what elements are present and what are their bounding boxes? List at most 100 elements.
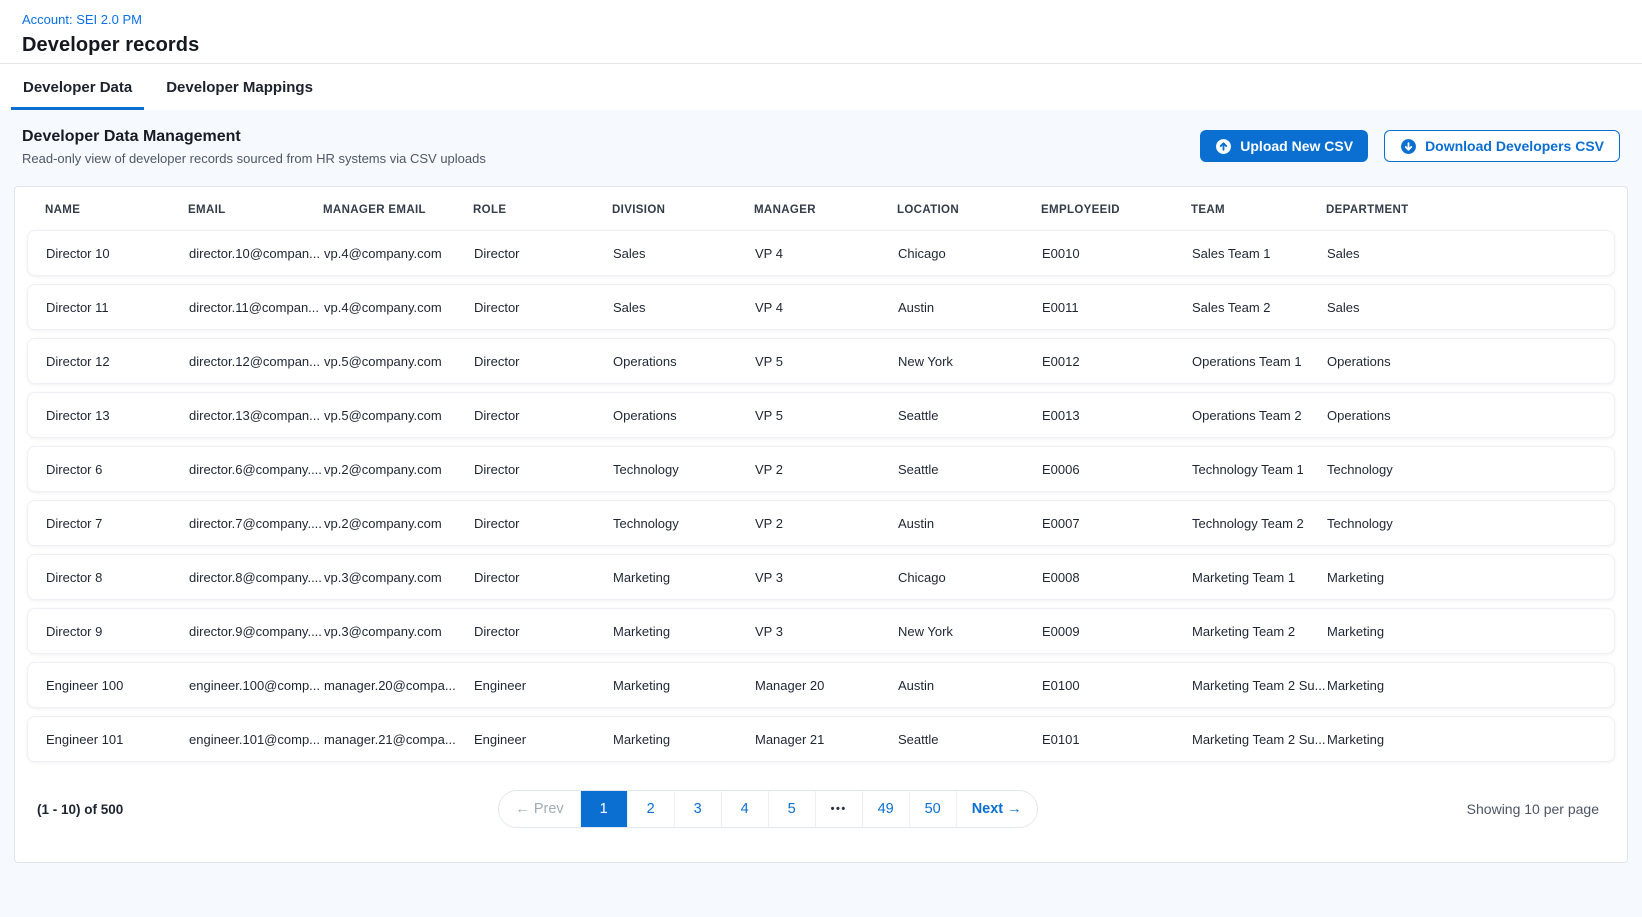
cell-manager: VP 3 <box>755 570 898 585</box>
table-row[interactable]: Engineer 100engineer.100@comp...manager.… <box>27 662 1615 708</box>
cell-department: Marketing <box>1327 624 1614 639</box>
cell-employeeid: E0009 <box>1042 624 1192 639</box>
cell-team: Technology Team 2 <box>1192 516 1327 531</box>
cell-email: director.11@compan... <box>189 300 324 315</box>
cell-role: Engineer <box>474 732 613 747</box>
table-row[interactable]: Director 6director.6@company....vp.2@com… <box>27 446 1615 492</box>
cell-email: director.7@company.... <box>189 516 324 531</box>
cell-manager-email: vp.2@company.com <box>324 516 474 531</box>
pagination-page-49[interactable]: 49 <box>863 791 910 827</box>
cell-role: Engineer <box>474 678 613 693</box>
cell-name: Director 6 <box>46 462 189 477</box>
cell-name: Director 9 <box>46 624 189 639</box>
cell-email: director.10@compan... <box>189 246 324 261</box>
column-header-name: NAME <box>45 204 188 216</box>
cell-name: Director 13 <box>46 408 189 423</box>
cell-department: Marketing <box>1327 732 1614 747</box>
cell-name: Director 7 <box>46 516 189 531</box>
cell-name: Director 8 <box>46 570 189 585</box>
cell-department: Technology <box>1327 462 1614 477</box>
cell-employeeid: E0008 <box>1042 570 1192 585</box>
cell-role: Director <box>474 570 613 585</box>
upload-circle-icon <box>1215 138 1232 155</box>
pagination-page-50[interactable]: 50 <box>910 791 957 827</box>
account-breadcrumb[interactable]: Account: SEI 2.0 PM <box>22 12 142 27</box>
cell-role: Director <box>474 624 613 639</box>
table-row[interactable]: Director 11director.11@compan...vp.4@com… <box>27 284 1615 330</box>
table-row[interactable]: Director 12director.12@compan...vp.5@com… <box>27 338 1615 384</box>
cell-employeeid: E0011 <box>1042 300 1192 315</box>
page-header: Account: SEI 2.0 PM Developer records <box>0 0 1642 63</box>
cell-team: Sales Team 2 <box>1192 300 1327 315</box>
cell-employeeid: E0100 <box>1042 678 1192 693</box>
cell-location: Austin <box>898 678 1042 693</box>
table-row[interactable]: Director 13director.13@compan...vp.5@com… <box>27 392 1615 438</box>
cell-employeeid: E0007 <box>1042 516 1192 531</box>
cell-email: director.8@company.... <box>189 570 324 585</box>
cell-team: Operations Team 1 <box>1192 354 1327 369</box>
cell-location: Chicago <box>898 570 1042 585</box>
cell-division: Marketing <box>613 678 755 693</box>
cell-role: Director <box>474 246 613 261</box>
content-area: Developer Data Management Read-only view… <box>0 110 1642 917</box>
pagination-page-5[interactable]: 5 <box>769 791 816 827</box>
cell-manager-email: vp.3@company.com <box>324 570 474 585</box>
cell-name: Director 12 <box>46 354 189 369</box>
download-circle-icon <box>1400 138 1417 155</box>
cell-manager-email: vp.5@company.com <box>324 408 474 423</box>
cell-manager: VP 2 <box>755 516 898 531</box>
cell-employeeid: E0012 <box>1042 354 1192 369</box>
cell-manager: VP 5 <box>755 354 898 369</box>
download-button-label: Download Developers CSV <box>1425 139 1604 153</box>
table-row[interactable]: Director 8director.8@company....vp.3@com… <box>27 554 1615 600</box>
tab-developer-mappings[interactable]: Developer Mappings <box>154 64 325 110</box>
cell-email: director.12@compan... <box>189 354 324 369</box>
tab-bar: Developer Data Developer Mappings <box>0 63 1642 110</box>
cell-manager-email: vp.4@company.com <box>324 246 474 261</box>
cell-division: Technology <box>613 462 755 477</box>
pagination-page-3[interactable]: 3 <box>675 791 722 827</box>
cell-department: Technology <box>1327 516 1614 531</box>
pagination-prev-button[interactable]: ← Prev <box>499 791 580 827</box>
cell-manager: VP 5 <box>755 408 898 423</box>
cell-location: Seattle <box>898 732 1042 747</box>
cell-team: Marketing Team 2 Su... <box>1192 678 1327 693</box>
cell-location: Chicago <box>898 246 1042 261</box>
cell-department: Operations <box>1327 408 1614 423</box>
upload-new-csv-button[interactable]: Upload New CSV <box>1200 130 1368 162</box>
section-title: Developer Data Management <box>22 128 486 146</box>
cell-role: Director <box>474 408 613 423</box>
cell-division: Marketing <box>613 624 755 639</box>
table-row[interactable]: Director 7director.7@company....vp.2@com… <box>27 500 1615 546</box>
table-row[interactable]: Director 9director.9@company....vp.3@com… <box>27 608 1615 654</box>
cell-division: Sales <box>613 300 755 315</box>
pagination-next-button[interactable]: Next → <box>957 791 1037 827</box>
cell-name: Director 11 <box>46 300 189 315</box>
tab-developer-data[interactable]: Developer Data <box>11 64 144 110</box>
cell-location: Austin <box>898 300 1042 315</box>
column-header-division: DIVISION <box>612 204 754 216</box>
upload-button-label: Upload New CSV <box>1240 139 1353 153</box>
cell-team: Marketing Team 1 <box>1192 570 1327 585</box>
cell-division: Operations <box>613 354 755 369</box>
cell-manager: VP 3 <box>755 624 898 639</box>
column-header-email: EMAIL <box>188 204 323 216</box>
per-page-label: Showing 10 per page <box>1467 801 1609 817</box>
cell-email: director.13@compan... <box>189 408 324 423</box>
cell-email: director.6@company.... <box>189 462 324 477</box>
cell-location: Austin <box>898 516 1042 531</box>
pagination-ellipsis[interactable]: ••• <box>816 791 863 827</box>
download-developers-csv-button[interactable]: Download Developers CSV <box>1384 130 1620 162</box>
table-row[interactable]: Engineer 101engineer.101@comp...manager.… <box>27 716 1615 762</box>
table-row[interactable]: Director 10director.10@compan...vp.4@com… <box>27 230 1615 276</box>
cell-division: Sales <box>613 246 755 261</box>
cell-manager-email: manager.20@compa... <box>324 678 474 693</box>
pagination-page-2[interactable]: 2 <box>628 791 675 827</box>
page-title: Developer records <box>22 34 1620 57</box>
pagination-page-4[interactable]: 4 <box>722 791 769 827</box>
table-header-row: NAMEEMAILMANAGER EMAILROLEDIVISIONMANAGE… <box>27 187 1615 230</box>
cell-role: Director <box>474 300 613 315</box>
cell-division: Marketing <box>613 570 755 585</box>
developer-table-card: NAMEEMAILMANAGER EMAILROLEDIVISIONMANAGE… <box>14 186 1628 863</box>
pagination-page-1[interactable]: 1 <box>581 791 628 827</box>
